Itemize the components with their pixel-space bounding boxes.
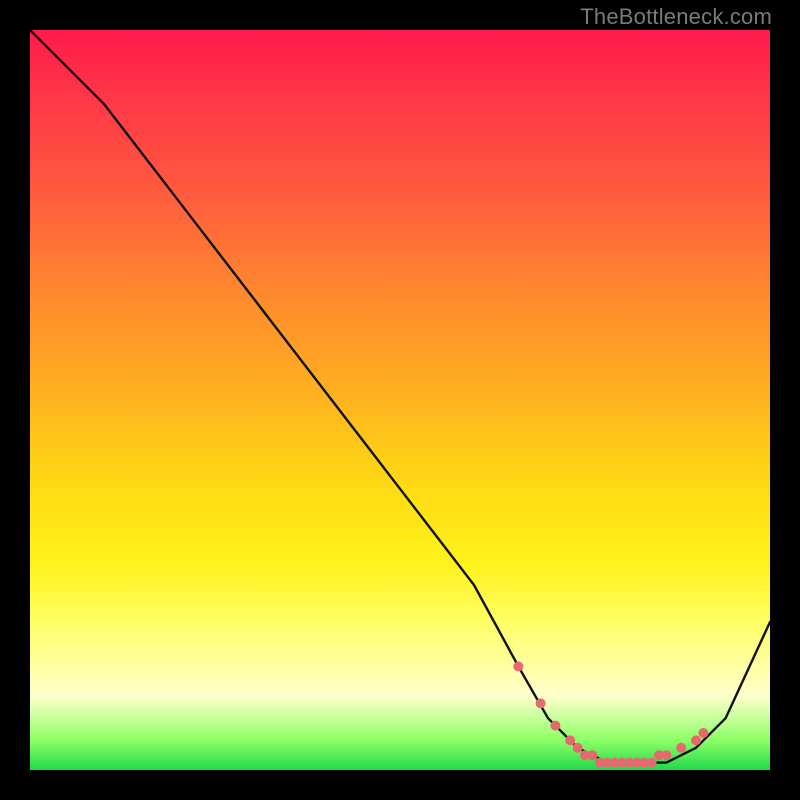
chart-canvas: TheBottleneck.com bbox=[0, 0, 800, 800]
watermark: TheBottleneck.com bbox=[580, 4, 772, 30]
plot-background bbox=[30, 30, 770, 770]
